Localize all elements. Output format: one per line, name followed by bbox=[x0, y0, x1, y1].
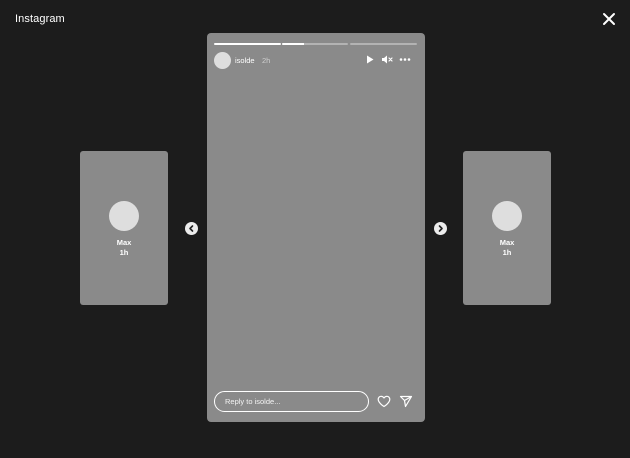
chevron-left-icon bbox=[189, 225, 194, 232]
progress-segment bbox=[282, 43, 348, 45]
more-horizontal-icon bbox=[399, 58, 411, 61]
next-story-card[interactable]: Max 1h bbox=[463, 151, 551, 305]
story-username[interactable]: isolde bbox=[235, 56, 255, 65]
heart-icon bbox=[377, 395, 391, 408]
prev-story-time: 1h bbox=[119, 248, 129, 257]
prev-story-button[interactable] bbox=[185, 222, 198, 235]
send-button[interactable] bbox=[399, 395, 413, 408]
story-viewer[interactable]: isolde 2h bbox=[207, 33, 425, 422]
progress-segment bbox=[214, 43, 281, 45]
play-icon bbox=[367, 55, 374, 64]
more-button[interactable] bbox=[399, 54, 411, 65]
play-button[interactable] bbox=[365, 54, 375, 65]
avatar[interactable] bbox=[214, 52, 231, 69]
chevron-right-icon bbox=[438, 225, 443, 232]
send-icon bbox=[399, 395, 413, 408]
avatar bbox=[492, 201, 522, 231]
story-timestamp: 2h bbox=[262, 56, 271, 65]
next-story-time: 1h bbox=[502, 248, 512, 257]
progress-fill bbox=[282, 43, 304, 45]
app-title: Instagram bbox=[15, 13, 65, 25]
reply-input[interactable] bbox=[214, 391, 369, 412]
progress-fill bbox=[214, 43, 281, 45]
like-button[interactable] bbox=[377, 395, 391, 408]
prev-story-username: Max bbox=[116, 238, 132, 247]
progress-segment bbox=[350, 43, 417, 45]
next-story-username: Max bbox=[499, 238, 515, 247]
volume-mute-icon bbox=[382, 55, 393, 64]
close-icon bbox=[603, 13, 615, 25]
story-progress bbox=[214, 43, 417, 45]
avatar bbox=[109, 201, 139, 231]
close-button[interactable] bbox=[601, 11, 617, 27]
mute-button[interactable] bbox=[381, 54, 393, 65]
prev-story-card[interactable]: Max 1h bbox=[80, 151, 168, 305]
next-story-button[interactable] bbox=[434, 222, 447, 235]
